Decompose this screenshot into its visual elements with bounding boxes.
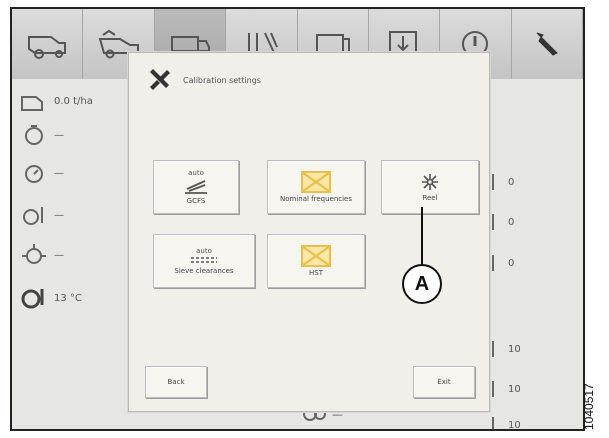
sidebar-row-engine: — (20, 241, 64, 269)
exit-label: Exit (437, 377, 451, 386)
tab-combine[interactable] (12, 9, 84, 79)
button-label: HST (309, 268, 323, 277)
gauge-mark (492, 255, 502, 271)
placeholder-icon (301, 244, 331, 267)
engine-icon (22, 244, 46, 264)
sidebar-value: 13 °C (54, 292, 82, 304)
button-label: Sieve clearances (174, 266, 234, 275)
document-number: 1040517 (582, 383, 596, 430)
right-value: 0 (508, 176, 515, 188)
gauge-mark (492, 417, 502, 429)
callout-label: A (414, 272, 430, 295)
sidebar-value: — (54, 167, 64, 179)
yield-icon (21, 96, 43, 111)
button-label: Nominal frequencies (279, 194, 353, 203)
sidebar-row-sensor-2: — (20, 159, 64, 187)
back-label: Back (167, 377, 185, 386)
combine-icon (28, 36, 67, 59)
gauge-mark (492, 174, 502, 190)
reel-icon (422, 173, 438, 190)
sidebar-row-sensor: — (20, 121, 64, 149)
nominal-frequencies-button[interactable]: Nominal frequencies (267, 160, 365, 214)
right-row: 10 (492, 341, 521, 357)
sidebar-row-yield: 0.0 t/ha (20, 87, 93, 115)
gauge-mark (492, 214, 502, 230)
display-frame: 0.0 t/ha — — — — 13 °C 0 0 0 10 10 10 — … (10, 7, 585, 431)
callout-leader-line (421, 207, 423, 264)
button-label: Reel (422, 193, 438, 202)
sidebar-value: — (54, 129, 64, 141)
exit-button[interactable]: Exit (413, 366, 475, 398)
callout-marker: A (402, 264, 442, 304)
sensor-icon (25, 125, 43, 145)
reel-button[interactable]: Reel (381, 160, 479, 214)
calibration-settings-dialog: Calibration settings auto GCFS Nominal f… (128, 52, 490, 412)
hst-button[interactable]: HST (267, 234, 365, 288)
sidebar-value: — (54, 209, 64, 221)
right-value: 10 (508, 419, 521, 431)
right-row: 0 (492, 214, 514, 230)
wrench-icon (536, 32, 558, 56)
right-row: 10 (492, 381, 521, 397)
sieve-icon (191, 256, 217, 263)
sidebar-value: 0.0 t/ha (54, 95, 93, 107)
temperature-icon (21, 289, 44, 309)
right-row: 10 (492, 417, 521, 431)
right-status-column: 0 0 0 10 10 10 (492, 79, 582, 429)
tab-settings[interactable] (511, 9, 583, 79)
auto-label: auto (188, 168, 204, 177)
auto-label: auto (196, 246, 212, 255)
level-icon (23, 207, 43, 225)
gauge-mark (492, 381, 502, 397)
button-label: GCFS (186, 196, 206, 205)
tools-icon (150, 69, 170, 90)
sieve-clearances-button[interactable]: auto Sieve clearances (153, 234, 255, 288)
right-row: 0 (492, 255, 514, 271)
sidebar-row-temperature: 13 °C (20, 284, 82, 312)
gcfs-icon (185, 179, 207, 194)
right-value: 0 (508, 216, 515, 228)
placeholder-icon (301, 170, 331, 193)
right-value: 0 (508, 257, 515, 269)
right-value: 10 (508, 343, 521, 355)
sensor-2-icon (25, 165, 43, 183)
sidebar-status: 0.0 t/ha — — — — 13 °C (12, 79, 132, 429)
right-value: 10 (508, 383, 521, 395)
dialog-header: Calibration settings (147, 67, 261, 93)
sidebar-row-level: — (20, 201, 64, 229)
gauge-mark (492, 341, 502, 357)
right-row: 0 (492, 174, 514, 190)
sidebar-value: — (54, 249, 64, 261)
back-button[interactable]: Back (145, 366, 207, 398)
dialog-title: Calibration settings (183, 75, 261, 85)
gcfs-button[interactable]: auto GCFS (153, 160, 239, 214)
